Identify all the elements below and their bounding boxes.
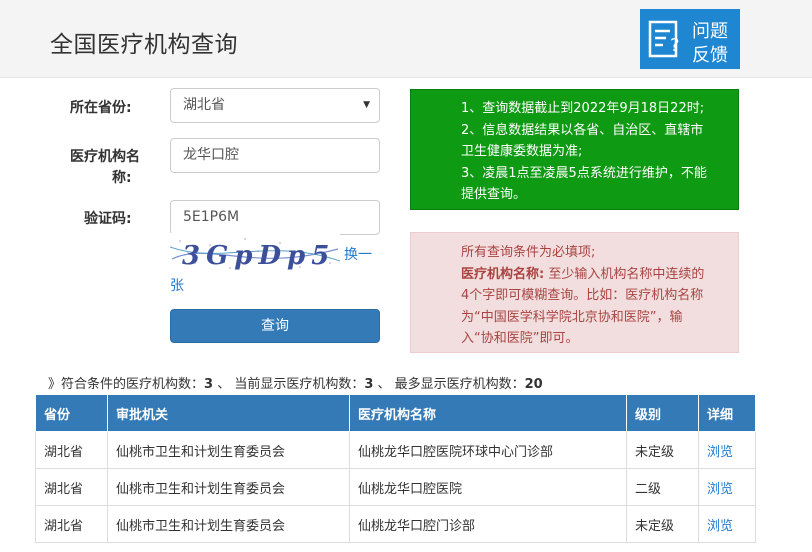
header-level: 级别 [626,394,699,432]
notice-red-line: 为“中国医学科学院北京协和医院”，输 [461,309,683,325]
browse-link[interactable]: 浏览 [707,482,733,497]
refresh-captcha-link[interactable]: 换一 [344,244,372,264]
header-institution-name: 医疗机构名称 [349,394,627,432]
institution-name-value: 龙华口腔 [183,147,239,163]
cell-detail: 浏览 [698,431,756,469]
cell-authority: 仙桃市卫生和计划生育委员会 [107,505,350,543]
notice-green-line: 1、查询数据截止到2022年9月18日22时; [461,101,705,116]
notice-green: 1、查询数据截止到2022年9月18日22时; 2、信息数据结果以各省、自治区、… [410,89,739,210]
notice-red-bold: 医疗机构名称: [461,266,545,282]
summary-prefix: 》符合条件的医疗机构数： [48,377,205,392]
notice-green-line: 2、信息数据结果以各省、自治区、直辖市 [461,122,704,138]
cell-institution-name: 仙桃龙华口腔医院 [349,468,627,506]
svg-text:?: ? [670,35,680,56]
browse-link[interactable]: 浏览 [707,445,733,460]
table-row: 湖北省 仙桃市卫生和计划生育委员会 仙桃龙华口腔医院 二级 浏览 [35,468,756,506]
cell-province: 湖北省 [35,468,108,506]
cell-institution-name: 仙桃龙华口腔门诊部 [349,505,627,543]
notice-green-line: 提供查询。 [461,187,527,202]
cell-institution-name: 仙桃龙华口腔医院环球中心门诊部 [349,431,627,469]
notice-red: 所有查询条件为必填项; 医疗机构名称: 至少输入机构名称中连续的 4个字即可模糊… [410,232,739,353]
table-header-row: 省份 审批机关 医疗机构名称 级别 详细 [35,394,756,432]
browse-link[interactable]: 浏览 [707,519,733,534]
header-province: 省份 [35,394,108,432]
institution-name-label-2: 称: [112,170,132,186]
header-authority: 审批机关 [107,394,350,432]
feedback-label-2: 反馈 [692,45,728,66]
notice-green-line: 3、凌晨1点至凌晨5点系统进行维护，不能 [461,165,707,181]
cell-detail: 浏览 [698,505,756,543]
summary-max-count: 20 [524,377,543,392]
summary-match-count: 3 [204,377,214,392]
feedback-icon: ? [648,20,680,58]
refresh-captcha-link-2[interactable]: 张 [170,275,184,295]
results-table: 省份 审批机关 医疗机构名称 级别 详细 湖北省 仙桃市卫生和计划生育委员会 仙… [35,394,756,543]
feedback-label-1: 问题 [692,21,728,42]
table-row: 湖北省 仙桃市卫生和计划生育委员会 仙桃龙华口腔医院环球中心门诊部 未定级 浏览 [35,431,756,469]
caret-down-icon: ▼ [363,100,370,110]
notice-red-rest: 至少输入机构名称中连续的 [544,266,705,282]
feedback-button[interactable]: ? 问题 反馈 [640,9,740,69]
cell-province: 湖北省 [35,505,108,543]
summary-sep-1: 、 当前显示医疗机构数： [213,377,365,392]
institution-name-input[interactable]: 龙华口腔 [170,138,380,173]
notice-red-line: 入“协和医院”即可。 [461,331,579,346]
cell-detail: 浏览 [698,468,756,506]
table-row: 湖北省 仙桃市卫生和计划生育委员会 仙桃龙华口腔门诊部 未定级 浏览 [35,505,756,543]
notice-green-line: 卫生健康委数据为准; [461,144,583,159]
cell-province: 湖北省 [35,431,108,469]
captcha-input[interactable]: 5E1P6M [170,200,380,235]
captcha-label: 验证码: [84,211,132,227]
province-select-value: 湖北省 [183,97,225,113]
captcha-input-value: 5E1P6M [183,209,240,225]
cell-level: 未定级 [626,431,699,469]
summary-sep-2: 、 最多显示医疗机构数： [373,377,525,392]
institution-name-label-1: 医疗机构名 [70,149,140,165]
captcha-text: 3GpDp5 [182,241,335,271]
notice-red-line: 医疗机构名称: 至少输入机构名称中连续的 [461,264,728,286]
cell-level: 未定级 [626,505,699,543]
page-title: 全国医疗机构查询 [50,32,238,58]
province-select[interactable]: 湖北省 ▼ [170,88,380,123]
cell-authority: 仙桃市卫生和计划生育委员会 [107,431,350,469]
query-button[interactable]: 查询 [170,309,380,343]
captcha-image[interactable]: 3GpDp5 [170,233,340,273]
province-label: 所在省份: [70,100,132,116]
cell-authority: 仙桃市卫生和计划生育委员会 [107,468,350,506]
notice-red-line: 所有查询条件为必填项; [461,245,596,260]
header-detail: 详细 [698,394,756,432]
result-summary: 》符合条件的医疗机构数：3 、 当前显示医疗机构数：3 、 最多显示医疗机构数：… [48,373,543,392]
cell-level: 二级 [626,468,699,506]
notice-red-line: 4个字即可模糊查询。比如：医疗机构名称 [461,288,704,303]
